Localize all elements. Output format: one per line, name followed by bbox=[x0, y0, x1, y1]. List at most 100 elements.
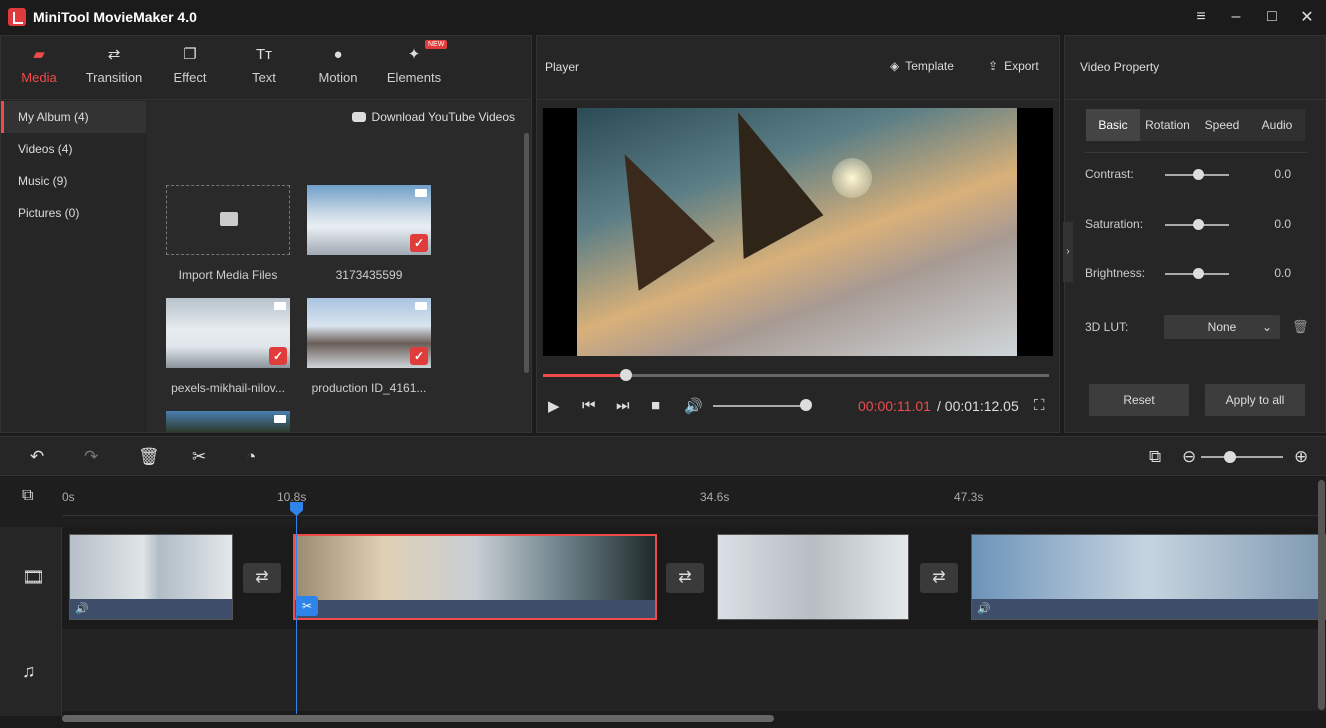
motion-icon: ● bbox=[328, 46, 348, 64]
tab-rotation[interactable]: Rotation bbox=[1140, 109, 1195, 141]
menu-icon[interactable]: ≡ bbox=[1184, 0, 1218, 34]
add-track-icon[interactable]: ⧉ bbox=[22, 487, 33, 505]
trash-icon[interactable]: 🗑 bbox=[1292, 319, 1309, 335]
folder-icon bbox=[220, 212, 238, 226]
delete-icon[interactable]: 🗑 bbox=[138, 447, 160, 467]
total-time: / 00:01:12.05 bbox=[937, 398, 1019, 414]
added-check-icon: ✓ bbox=[410, 234, 428, 252]
redo-icon[interactable]: ↷ bbox=[84, 447, 98, 467]
close-icon[interactable]: ✕ bbox=[1290, 0, 1324, 34]
play-button[interactable]: ▶ bbox=[548, 397, 560, 415]
transition-slot[interactable]: ⇄ bbox=[920, 563, 958, 593]
time-tick: 47.3s bbox=[954, 490, 983, 504]
tab-media[interactable]: ▰ Media bbox=[4, 46, 74, 85]
property-header: Video Property bbox=[1065, 36, 1325, 100]
undo-icon[interactable]: ↶ bbox=[30, 447, 44, 467]
timeline-horizontal-scrollbar[interactable] bbox=[62, 715, 774, 722]
contrast-knob[interactable] bbox=[1193, 169, 1204, 180]
media-thumbnail[interactable]: ✓ bbox=[166, 298, 290, 368]
volume-icon[interactable]: 🔊 bbox=[684, 397, 703, 415]
saturation-knob[interactable] bbox=[1193, 219, 1204, 230]
next-frame-button[interactable]: ⏭ bbox=[616, 397, 630, 414]
elements-icon: ✦ bbox=[404, 46, 424, 64]
added-check-icon: ✓ bbox=[410, 347, 428, 365]
saturation-label: Saturation: bbox=[1085, 217, 1143, 231]
clip-thumbnails bbox=[972, 535, 1325, 599]
split-marker-icon[interactable]: ✂ bbox=[296, 596, 318, 616]
collapse-panel-handle[interactable]: › bbox=[1063, 222, 1073, 282]
tab-speed[interactable]: Speed bbox=[1195, 109, 1249, 141]
tab-elements[interactable]: ✦ NEW Elements bbox=[379, 46, 449, 85]
video-track: 🔊 ⇄ ⇄ ⇄ 🔊 bbox=[62, 527, 1326, 629]
sidebar-item-videos[interactable]: Videos (4) bbox=[1, 133, 146, 165]
media-thumbnail[interactable]: ✓ bbox=[307, 185, 431, 255]
zoom-out-icon[interactable]: ⊖ bbox=[1182, 447, 1196, 467]
ruler-baseline bbox=[62, 515, 1318, 516]
youtube-icon bbox=[352, 112, 366, 122]
effect-icon: ❐ bbox=[180, 46, 200, 64]
split-icon[interactable]: ✂ bbox=[192, 447, 206, 467]
volume-knob[interactable] bbox=[800, 399, 812, 411]
clip-volume-icon[interactable]: 🔊 bbox=[75, 602, 89, 615]
tab-motion[interactable]: ● Motion bbox=[303, 46, 373, 85]
video-clip[interactable]: 🔊 bbox=[971, 534, 1326, 620]
contrast-label: Contrast: bbox=[1085, 167, 1134, 181]
zoom-in-icon[interactable]: ⊕ bbox=[1294, 447, 1308, 467]
lut-dropdown[interactable]: None ⌄ bbox=[1164, 315, 1280, 339]
tab-transition[interactable]: ⇄ Transition bbox=[79, 46, 149, 85]
maximize-icon[interactable]: □ bbox=[1255, 0, 1289, 34]
progress-knob[interactable] bbox=[620, 369, 632, 381]
media-library: Download YouTube Videos Import Media Fil… bbox=[147, 101, 531, 432]
stop-button[interactable]: ■ bbox=[651, 397, 660, 414]
sidebar-item-pictures[interactable]: Pictures (0) bbox=[1, 197, 146, 229]
zoom-knob[interactable] bbox=[1224, 451, 1236, 463]
tab-effect[interactable]: ❐ Effect bbox=[155, 46, 225, 85]
clip-volume-icon[interactable]: 🔊 bbox=[977, 602, 991, 615]
media-thumbnail[interactable]: ✓ bbox=[307, 298, 431, 368]
sidebar-item-my-album[interactable]: My Album (4) bbox=[1, 101, 146, 133]
sidebar-item-music[interactable]: Music (9) bbox=[1, 165, 146, 197]
tab-text[interactable]: Tт Text bbox=[229, 46, 299, 85]
media-thumbnail[interactable] bbox=[166, 411, 290, 432]
media-icon: ▰ bbox=[29, 46, 49, 64]
video-preview[interactable] bbox=[543, 108, 1053, 356]
download-youtube-button[interactable]: Download YouTube Videos bbox=[352, 110, 515, 124]
transition-slot[interactable]: ⇄ bbox=[666, 563, 704, 593]
video-clip[interactable] bbox=[717, 534, 909, 620]
timeline-vertical-scrollbar[interactable] bbox=[1318, 480, 1325, 710]
video-clip-selected[interactable] bbox=[293, 534, 657, 620]
export-button[interactable]: ⇪Export bbox=[988, 59, 1039, 73]
zoom-slider[interactable] bbox=[1201, 456, 1283, 458]
video-frame bbox=[577, 108, 1017, 356]
media-scrollbar[interactable] bbox=[524, 133, 529, 373]
tab-basic[interactable]: Basic bbox=[1086, 109, 1140, 141]
tree-shape bbox=[696, 97, 828, 259]
media-item-label: pexels-mikhail-nilov... bbox=[158, 381, 298, 395]
previous-frame-button[interactable]: ⏮ bbox=[582, 397, 596, 414]
template-button[interactable]: ◈Template bbox=[890, 59, 954, 73]
minimize-icon[interactable]: – bbox=[1219, 0, 1253, 34]
transition-slot[interactable]: ⇄ bbox=[243, 563, 281, 593]
apply-to-all-button[interactable]: Apply to all bbox=[1205, 384, 1305, 416]
music-note-icon: ♫ bbox=[22, 661, 36, 682]
volume-slider[interactable] bbox=[713, 405, 805, 407]
video-camera-icon bbox=[415, 189, 427, 197]
reset-button[interactable]: Reset bbox=[1089, 384, 1189, 416]
import-media-button[interactable] bbox=[166, 185, 290, 255]
tab-audio[interactable]: Audio bbox=[1249, 109, 1305, 141]
clip-thumbnails bbox=[718, 535, 908, 620]
video-clip[interactable]: 🔊 bbox=[69, 534, 233, 620]
progress-fill bbox=[543, 374, 626, 377]
time-tick: 0s bbox=[62, 490, 75, 504]
brightness-knob[interactable] bbox=[1193, 268, 1204, 279]
timeline-ruler[interactable]: ⧉ 0s 10.8s 34.6s 47.3s bbox=[0, 477, 1326, 527]
tree-shape bbox=[584, 135, 721, 291]
title-bar: MiniTool MovieMaker 4.0 ≡ – □ ✕ bbox=[0, 0, 1326, 34]
fullscreen-icon[interactable]: ⛶ bbox=[1034, 397, 1045, 414]
sun-glow bbox=[832, 158, 872, 198]
brightness-label: Brightness: bbox=[1085, 266, 1145, 280]
audio-track bbox=[62, 629, 1326, 711]
speed-icon[interactable]: ◔ bbox=[246, 447, 256, 467]
fit-timeline-icon[interactable]: ⧉ bbox=[1149, 447, 1161, 467]
playback-progress-bar[interactable] bbox=[543, 374, 1049, 377]
